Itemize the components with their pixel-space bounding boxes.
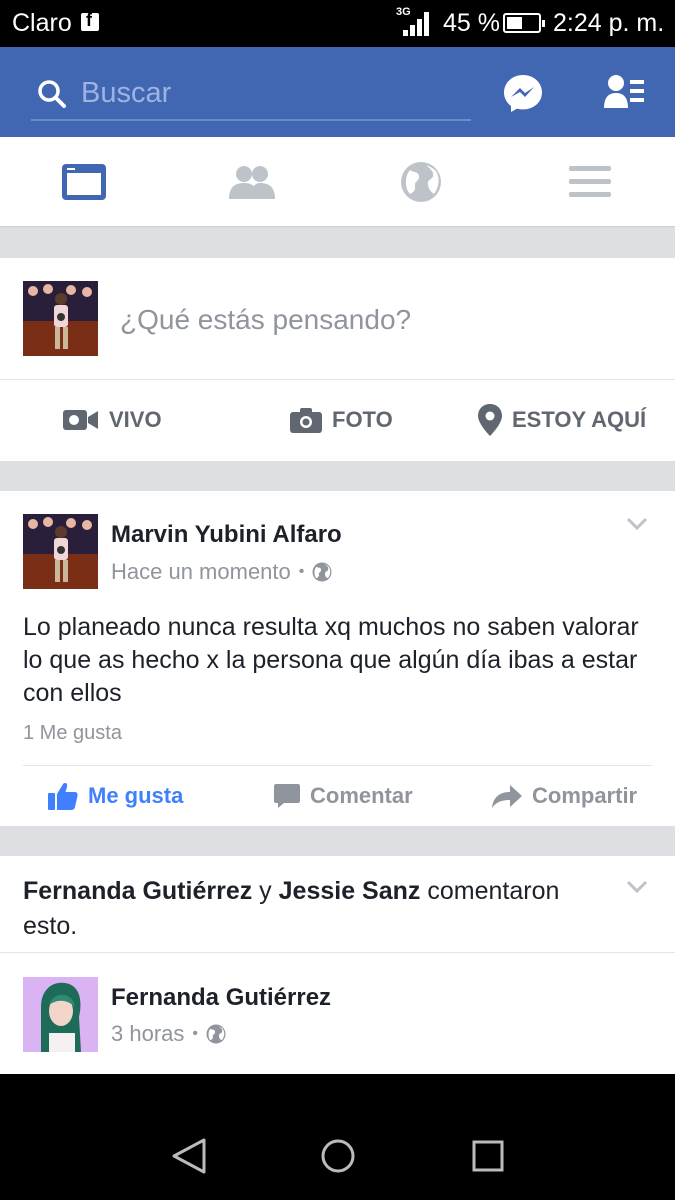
status-bar: Claro 3G 45 % 2:24 p. m. [0, 0, 675, 47]
search-icon [38, 80, 66, 108]
tab-news-feed[interactable] [0, 137, 168, 227]
live-button[interactable]: VIVO [63, 398, 162, 442]
back-icon[interactable] [170, 1136, 210, 1176]
share-label: Compartir [532, 783, 638, 808]
avatar[interactable] [23, 281, 98, 356]
divider [23, 765, 652, 766]
story-header: Fernanda Gutiérrez y Jessie Sanz comenta… [23, 874, 603, 944]
divider [0, 379, 675, 380]
top-bar [0, 47, 675, 137]
globe-icon [401, 162, 441, 202]
feed-story: Fernanda Gutiérrez y Jessie Sanz comenta… [0, 856, 675, 1074]
comment-icon [274, 784, 300, 808]
menu-icon [569, 166, 611, 197]
share-button[interactable]: Compartir [492, 776, 637, 816]
thumbs-up-icon [48, 783, 78, 810]
divider [0, 952, 675, 953]
story-meta: 3 horas • [111, 1021, 226, 1047]
post-author[interactable]: Marvin Yubini Alfaro [111, 521, 342, 549]
separator-dot: • [298, 563, 305, 580]
signal-icon [403, 12, 433, 36]
video-camera-icon [63, 410, 98, 430]
facebook-notification-icon [81, 10, 99, 31]
friends-icon [229, 166, 275, 199]
recent-apps-icon[interactable] [468, 1136, 508, 1176]
avatar[interactable] [23, 514, 98, 589]
friend-requests-icon[interactable] [604, 74, 646, 110]
like-label: Me gusta [88, 783, 184, 808]
like-button[interactable]: Me gusta [48, 776, 183, 816]
home-icon[interactable] [318, 1136, 358, 1176]
share-arrow-icon [492, 785, 522, 808]
story-author[interactable]: Fernanda Gutiérrez [111, 984, 331, 1012]
post-text: Lo planeado nunca resulta xq muchos no s… [23, 613, 639, 707]
messenger-icon[interactable] [502, 73, 544, 113]
photo-button[interactable]: FOTO [290, 398, 393, 442]
search-input[interactable] [81, 75, 461, 111]
chevron-down-icon[interactable] [626, 517, 648, 531]
story-header-name[interactable]: Fernanda Gutiérrez [23, 877, 252, 905]
comment-label: Comentar [310, 783, 413, 808]
camera-icon [290, 408, 322, 433]
comment-button[interactable]: Comentar [274, 776, 413, 816]
tab-friends[interactable] [168, 137, 336, 227]
photo-label: FOTO [332, 407, 393, 432]
post-meta: Hace un momento • [111, 559, 332, 585]
search-bar[interactable] [31, 67, 471, 121]
tab-menu[interactable] [506, 137, 674, 227]
public-globe-icon [206, 1024, 226, 1044]
news-feed-icon [62, 164, 106, 200]
avatar[interactable] [23, 977, 98, 1052]
check-in-button[interactable]: ESTOY AQUÍ [478, 398, 646, 442]
tab-notifications[interactable] [337, 137, 505, 227]
composer: ¿Qué estás pensando? VIVO FOTO ESTOY AQU… [0, 258, 675, 461]
like-count[interactable]: 1 Me gusta [23, 722, 122, 745]
battery-percent: 45 % [443, 9, 500, 37]
public-globe-icon [312, 562, 332, 582]
story-header-connector: y [252, 877, 279, 905]
check-in-label: ESTOY AQUÍ [512, 407, 647, 432]
carrier-label: Claro [12, 9, 72, 37]
location-pin-icon [478, 404, 502, 436]
separator-dot: • [192, 1025, 198, 1042]
android-navigation-bar [0, 1074, 675, 1200]
story-header-name[interactable]: Jessie Sanz [279, 877, 421, 905]
battery-icon [503, 13, 545, 33]
post-timestamp[interactable]: Hace un momento [111, 559, 291, 585]
chevron-down-icon[interactable] [626, 880, 648, 894]
story-timestamp[interactable]: 3 horas [111, 1021, 184, 1047]
live-label: VIVO [109, 407, 162, 432]
clock: 2:24 p. m. [553, 9, 665, 37]
feed-post: Marvin Yubini Alfaro Hace un momento • L… [0, 491, 675, 826]
nav-tabs [0, 137, 675, 227]
composer-prompt[interactable]: ¿Qué estás pensando? [120, 304, 411, 336]
